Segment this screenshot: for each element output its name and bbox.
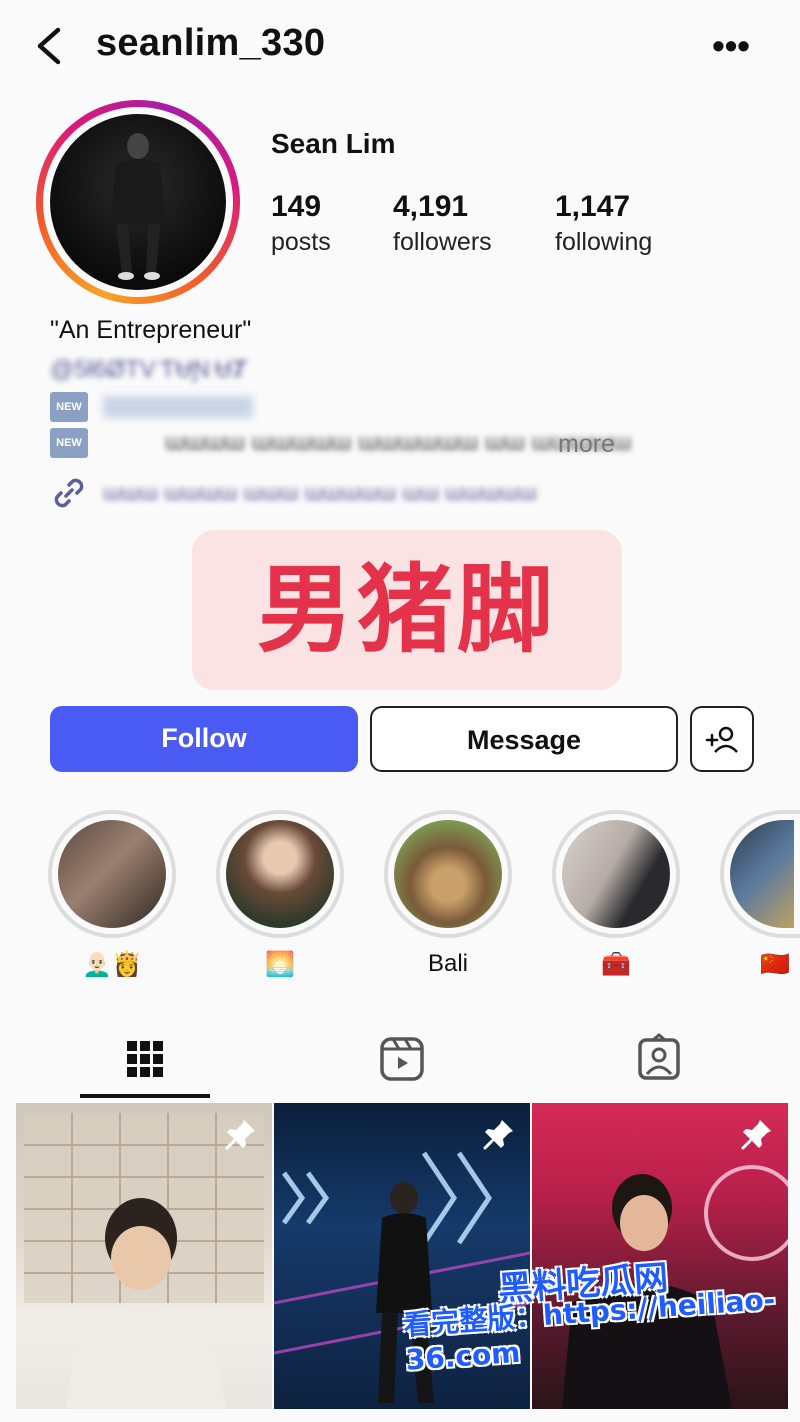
- website-url: ɯɯɯ ɯɯɯɯ ɯɯɯ ɯɯɯɯɯ ɯɯ ɯɯɯɯɯ: [102, 479, 537, 505]
- highlight-thumbnail: [58, 820, 166, 928]
- bio-line-4: NEW ɯɯɯɯ ɯɯɯɯɯ ɯɯɯɯɯɯ ɯɯ ɯɯɯɯɯ: [50, 428, 631, 459]
- more-options-button[interactable]: •••: [706, 26, 756, 66]
- following-stat[interactable]: 1,147 following: [555, 190, 652, 257]
- top-bar: seanlim_330 •••: [0, 0, 800, 95]
- avatar-person-silhouette: [110, 133, 166, 280]
- highlight-5[interactable]: [720, 810, 800, 938]
- message-button[interactable]: Message: [370, 706, 678, 772]
- highlight-label-2: 🌅: [265, 951, 295, 978]
- followers-stat[interactable]: 4,191 followers: [393, 190, 492, 257]
- tagged-person-icon: [638, 1033, 680, 1080]
- profile-tabs: [0, 1020, 800, 1100]
- active-tab-indicator: [80, 1094, 210, 1098]
- pinned-post-icon: [741, 1120, 771, 1150]
- pinned-post-icon: [483, 1120, 513, 1150]
- following-label: following: [555, 228, 653, 256]
- highlight-label-1: 👨🏻‍🦲👸: [82, 951, 142, 978]
- new-badge-2: NEW: [50, 428, 88, 459]
- posts-stat[interactable]: 149 posts: [271, 190, 331, 257]
- bio-line-3: NEW: [50, 392, 253, 423]
- grid-icon: [127, 1041, 163, 1077]
- tab-posts-grid[interactable]: [118, 1032, 172, 1086]
- posts-label: posts: [271, 228, 331, 256]
- link-icon: [54, 478, 84, 508]
- profile-username: seanlim_330: [96, 22, 326, 64]
- back-button[interactable]: [30, 24, 70, 68]
- overlay-caption-text: 男猪脚: [257, 554, 557, 666]
- posts-count: 149: [271, 190, 322, 223]
- bio-line-1: "An Entrepreneur": [50, 316, 252, 344]
- reels-icon: [380, 1037, 424, 1081]
- tab-reels[interactable]: [375, 1032, 429, 1086]
- highlight-label-3: Bali: [427, 950, 469, 977]
- followers-count: 4,191: [393, 190, 469, 223]
- profile-avatar[interactable]: [36, 100, 240, 304]
- highlight-1[interactable]: [48, 810, 176, 938]
- followers-label: followers: [393, 228, 492, 256]
- suggested-users-button[interactable]: [690, 706, 754, 772]
- tab-tagged[interactable]: [632, 1032, 686, 1086]
- highlight-thumbnail: [394, 820, 502, 928]
- profile-display-name: Sean Lim: [271, 128, 396, 159]
- new-badge: NEW: [50, 392, 88, 423]
- highlight-3[interactable]: [384, 810, 512, 938]
- follow-button[interactable]: Follow: [50, 706, 358, 772]
- highlight-label-4: 🧰: [601, 951, 631, 978]
- chevron-left-icon: [37, 27, 61, 65]
- highlight-label-5: 🇨🇳: [760, 951, 790, 978]
- pinned-post-icon: [225, 1120, 255, 1150]
- bio-more-link[interactable]: more: [558, 430, 615, 459]
- highlight-2[interactable]: [216, 810, 344, 938]
- highlight-4[interactable]: [552, 810, 680, 938]
- blurred-bio-text: [102, 396, 253, 419]
- following-count: 1,147: [555, 190, 631, 223]
- bio-website-link[interactable]: ɯɯɯ ɯɯɯɯ ɯɯɯ ɯɯɯɯɯ ɯɯ ɯɯɯɯɯ: [50, 474, 537, 512]
- bio-mention[interactable]: @5ƚ6ØTV ƬɄƝ ɄȾ: [50, 356, 247, 384]
- highlight-thumbnail: [562, 820, 670, 928]
- highlight-thumbnail: [730, 820, 794, 928]
- highlight-thumbnail: [226, 820, 334, 928]
- post-tile-1[interactable]: [16, 1103, 272, 1409]
- avatar-photo: [50, 114, 226, 290]
- add-person-icon: [705, 726, 738, 753]
- overlay-caption-box: 男猪脚: [192, 530, 622, 690]
